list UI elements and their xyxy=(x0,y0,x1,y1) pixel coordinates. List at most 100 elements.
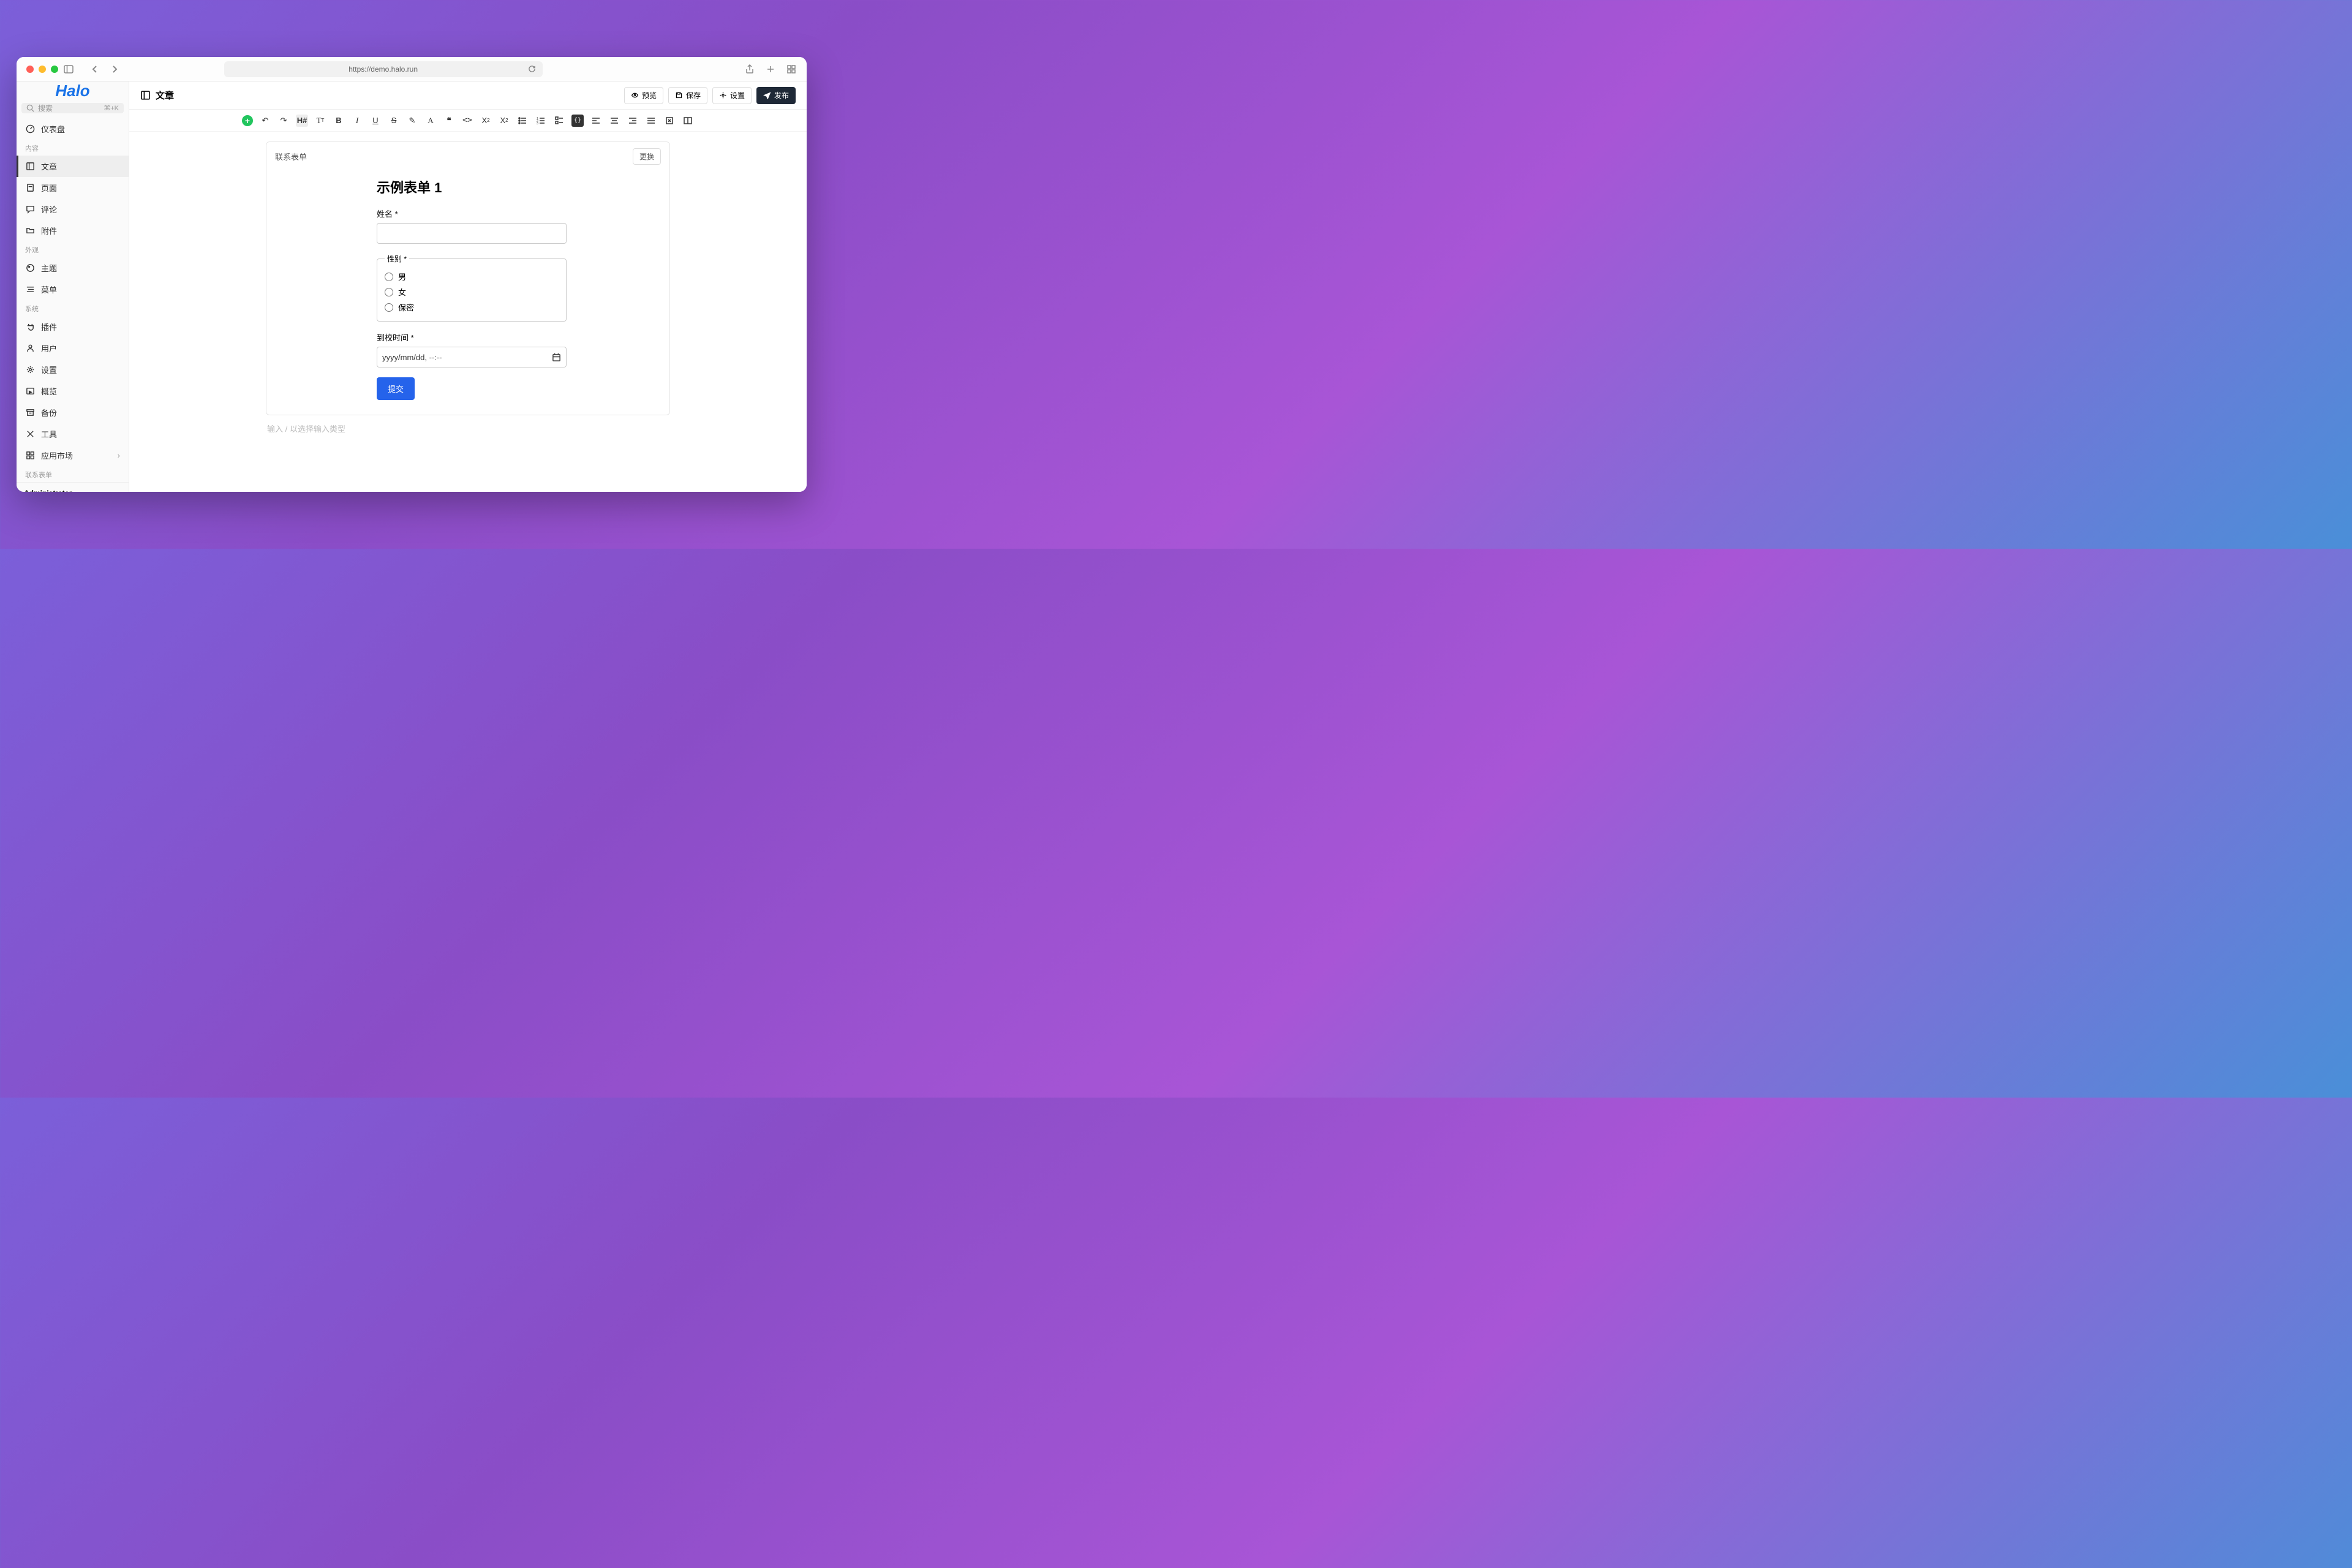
editor-toolbar: + ↶ ↷ H# TT B I U S ✎ A ❝ <> X2 X2 123 {… xyxy=(129,110,807,132)
sidebar-item-label: 插件 xyxy=(41,321,57,333)
url-text: https://demo.halo.run xyxy=(349,65,418,74)
minimize-window-button[interactable] xyxy=(39,66,46,73)
new-tab-icon[interactable] xyxy=(765,64,776,75)
save-button[interactable]: 保存 xyxy=(668,87,707,104)
undo-button[interactable]: ↶ xyxy=(259,115,271,127)
sidebar-item-users[interactable]: 用户 xyxy=(17,337,129,359)
gender-label: 性别 * xyxy=(385,254,409,264)
align-left-button[interactable] xyxy=(590,115,602,127)
gender-female-option[interactable]: 女 xyxy=(385,284,559,300)
gender-male-option[interactable]: 男 xyxy=(385,269,559,284)
search-input[interactable]: 搜索 ⌘+K xyxy=(21,103,124,113)
align-justify-button[interactable] xyxy=(645,115,657,127)
sidebar-item-menus[interactable]: 菜单 xyxy=(17,279,129,300)
heading-button[interactable]: H# xyxy=(296,115,308,127)
url-bar[interactable]: https://demo.halo.run xyxy=(224,61,543,77)
sidebar-item-label: 附件 xyxy=(41,225,57,236)
sidebar-item-label: 备份 xyxy=(41,407,57,418)
sidebar-item-label: 用户 xyxy=(41,342,57,354)
sidebar-toggle-icon[interactable] xyxy=(63,64,74,75)
form-block-title: 联系表单 xyxy=(275,151,307,162)
editor-placeholder[interactable]: 输入 / 以选择输入类型 xyxy=(266,423,670,434)
submit-button[interactable]: 提交 xyxy=(377,377,415,400)
user-icon xyxy=(25,344,35,353)
strikethrough-button[interactable]: S xyxy=(388,115,400,127)
preview-button[interactable]: 预览 xyxy=(624,87,663,104)
nav-section-form: 联系表单 xyxy=(17,466,129,482)
forward-button[interactable] xyxy=(110,64,121,75)
eye-icon xyxy=(631,91,639,99)
replace-button[interactable]: 更换 xyxy=(633,148,661,165)
user-name: Administrator xyxy=(24,489,89,492)
ordered-list-button[interactable]: 123 xyxy=(535,115,547,127)
main-area: 文章 预览 保存 设置 发布 + ↶ ↷ H# TT B I U S ✎ xyxy=(129,81,807,492)
sidebar-item-pages[interactable]: 页面 xyxy=(17,177,129,198)
settings-button[interactable]: 设置 xyxy=(712,87,752,104)
clear-format-button[interactable] xyxy=(663,115,676,127)
datetime-input[interactable]: yyyy/mm/dd, --:-- xyxy=(377,347,567,368)
nav-section-system: 系统 xyxy=(17,300,129,316)
app-body: Halo 搜索 ⌘+K 仪表盘 内容 文章 页面 评论 附件 外观 主题 菜单 … xyxy=(17,81,807,492)
editor-canvas[interactable]: 联系表单 更换 示例表单 1 姓名 * 性别 * 男 xyxy=(129,132,807,492)
align-center-button[interactable] xyxy=(608,115,620,127)
tabs-grid-icon[interactable] xyxy=(786,64,797,75)
sidebar-item-attachments[interactable]: 附件 xyxy=(17,220,129,241)
archive-icon xyxy=(25,408,35,418)
save-icon xyxy=(675,91,683,99)
gender-secret-option[interactable]: 保密 xyxy=(385,300,559,315)
text-size-button[interactable]: TT xyxy=(314,115,326,127)
search-placeholder: 搜索 xyxy=(38,103,53,113)
list-icon xyxy=(25,285,35,295)
sidebar-item-posts[interactable]: 文章 xyxy=(17,156,129,177)
text-color-button[interactable]: A xyxy=(424,115,437,127)
redo-button[interactable]: ↷ xyxy=(277,115,290,127)
logo[interactable]: Halo xyxy=(17,81,129,100)
sidebar-item-settings[interactable]: 设置 xyxy=(17,359,129,380)
page-title: 文章 xyxy=(140,89,174,102)
search-kbd: ⌘+K xyxy=(104,104,119,112)
share-icon[interactable] xyxy=(744,64,755,75)
highlight-button[interactable]: ✎ xyxy=(406,115,418,127)
bold-button[interactable]: B xyxy=(333,115,345,127)
sidebar-item-market[interactable]: 应用市场› xyxy=(17,445,129,466)
gauge-icon xyxy=(25,124,35,134)
quote-button[interactable]: ❝ xyxy=(443,115,455,127)
code-button[interactable]: <> xyxy=(461,115,473,127)
sidebar-item-overview[interactable]: 概览 xyxy=(17,380,129,402)
close-window-button[interactable] xyxy=(26,66,34,73)
sidebar-item-label: 仪表盘 xyxy=(41,123,65,135)
nav-section-content: 内容 xyxy=(17,140,129,156)
sidebar-item-plugins[interactable]: 插件 xyxy=(17,316,129,337)
publish-button[interactable]: 发布 xyxy=(756,87,796,104)
back-button[interactable] xyxy=(89,64,100,75)
align-right-button[interactable] xyxy=(627,115,639,127)
sidebar-item-comments[interactable]: 评论 xyxy=(17,198,129,220)
sidebar-footer: Administrator 超级管理员 xyxy=(17,482,129,492)
sidebar: Halo 搜索 ⌘+K 仪表盘 内容 文章 页面 评论 附件 外观 主题 菜单 … xyxy=(17,81,129,492)
eye-icon xyxy=(25,386,35,396)
sidebar-item-tools[interactable]: 工具 xyxy=(17,423,129,445)
sidebar-item-backup[interactable]: 备份 xyxy=(17,402,129,423)
form-title: 示例表单 1 xyxy=(377,177,645,197)
name-input[interactable] xyxy=(377,223,567,244)
underline-button[interactable]: U xyxy=(369,115,382,127)
layout-button[interactable] xyxy=(682,115,694,127)
superscript-button[interactable]: X2 xyxy=(480,115,492,127)
sidebar-item-label: 主题 xyxy=(41,262,57,274)
book-icon xyxy=(25,162,35,172)
subscript-button[interactable]: X2 xyxy=(498,115,510,127)
code-block-button[interactable]: {} xyxy=(571,115,584,127)
plug-icon xyxy=(25,322,35,332)
italic-button[interactable]: I xyxy=(351,115,363,127)
bullet-list-button[interactable] xyxy=(516,115,529,127)
sidebar-item-themes[interactable]: 主题 xyxy=(17,257,129,279)
gear-icon xyxy=(719,91,727,99)
nav-section-appearance: 外观 xyxy=(17,241,129,257)
gender-fieldset: 性别 * 男 女 保密 xyxy=(377,254,567,322)
add-block-button[interactable]: + xyxy=(242,115,253,126)
task-list-button[interactable] xyxy=(553,115,565,127)
reload-icon[interactable] xyxy=(527,64,538,75)
sidebar-item-label: 菜单 xyxy=(41,284,57,295)
sidebar-item-dashboard[interactable]: 仪表盘 xyxy=(17,118,129,140)
maximize-window-button[interactable] xyxy=(51,66,58,73)
